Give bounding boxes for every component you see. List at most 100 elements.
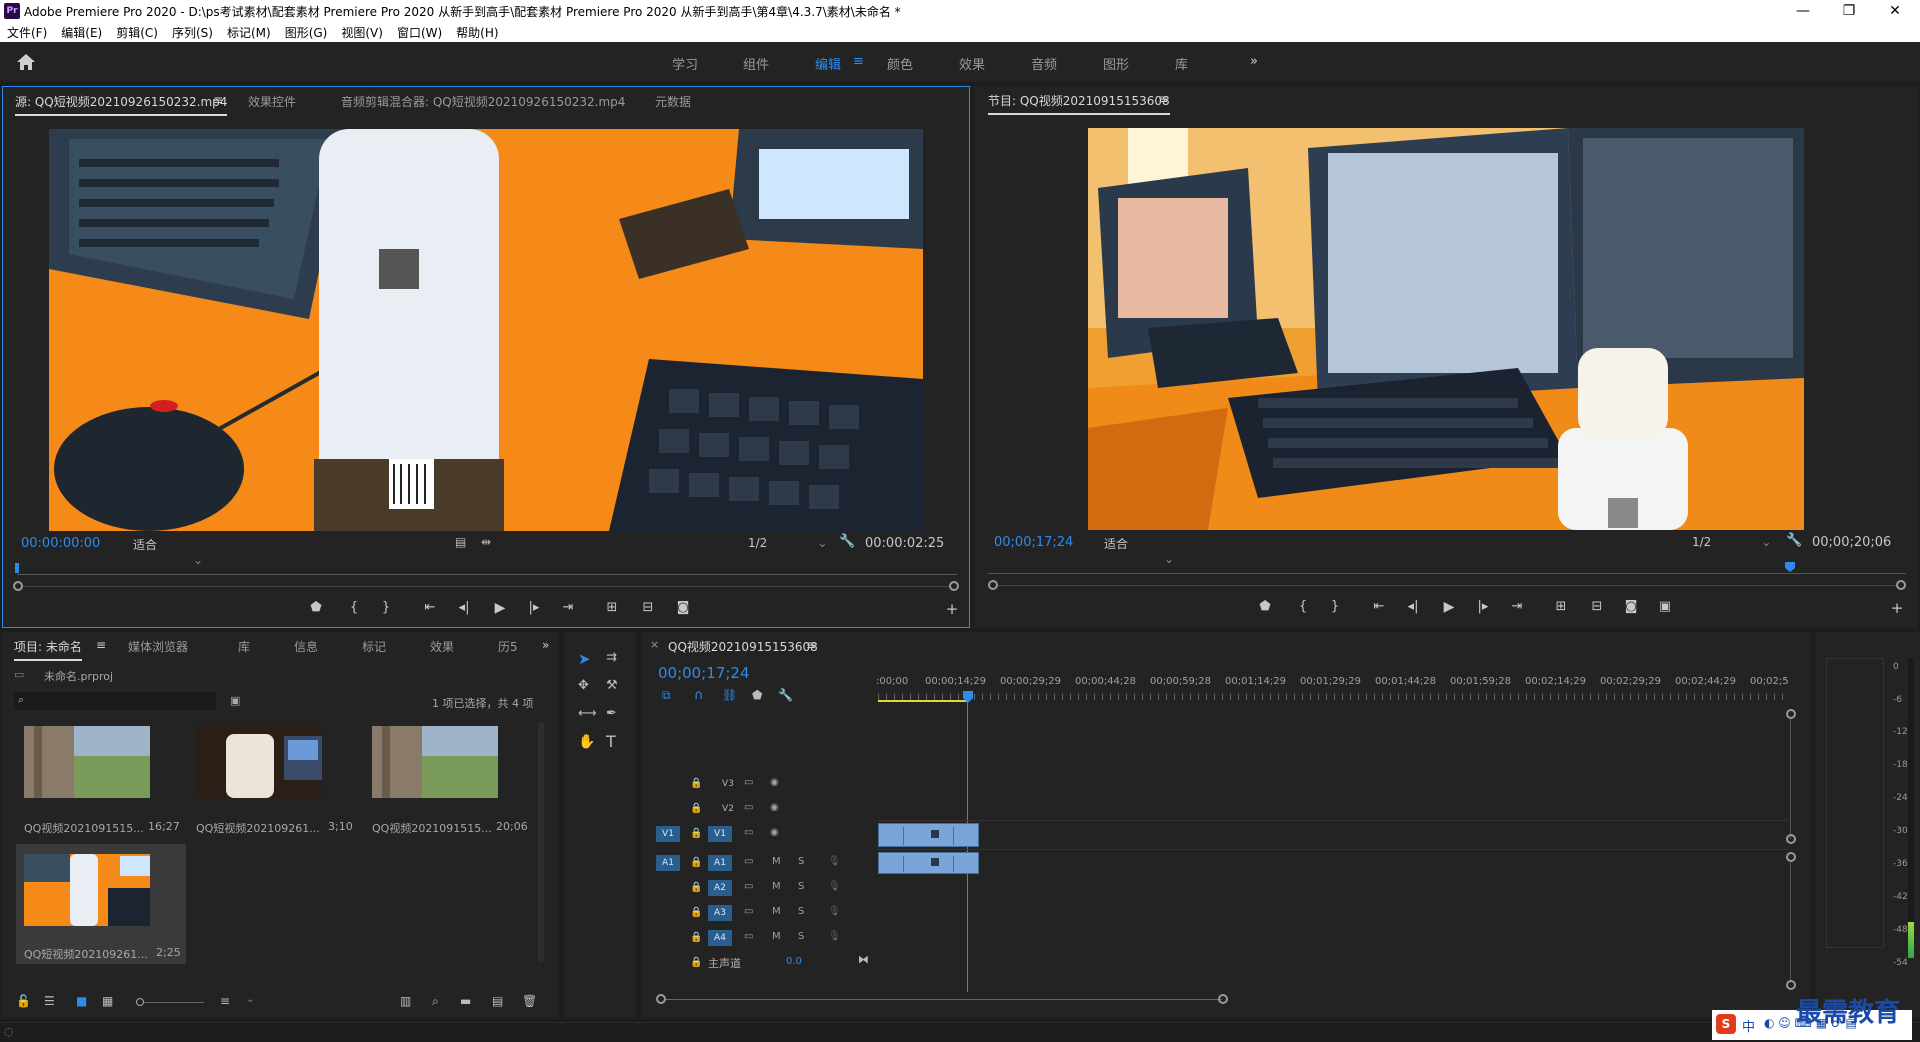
go-to-end-icon[interactable]: ⧓: [858, 953, 869, 966]
sync-lock-icon[interactable]: ▭: [744, 777, 753, 788]
audio-clip[interactable]: [878, 852, 979, 874]
tab-audio-clip-mixer[interactable]: 音频剪辑混合器: QQ短视频20210926150232.mp4: [341, 93, 625, 110]
sync-lock-icon[interactable]: ▭: [744, 856, 753, 867]
source-settings-wrench-icon[interactable]: 🔧: [839, 534, 855, 549]
trash-icon[interactable]: 🗑: [522, 994, 537, 1008]
program-zoom-bar[interactable]: [998, 585, 1896, 586]
track-lock-icon[interactable]: 🔒: [690, 957, 702, 968]
track-header-master[interactable]: 🔒 主声道 0.0 ⧓: [656, 953, 876, 973]
tab-markers[interactable]: 标记: [362, 638, 386, 655]
sync-lock-icon[interactable]: ▭: [744, 827, 753, 838]
sort-icon[interactable]: ≡: [220, 994, 230, 1008]
v-scroll-handle-video-bottom[interactable]: [1786, 834, 1796, 844]
tab-timeline-sequence[interactable]: QQ视频20210915153608: [668, 638, 818, 655]
add-marker-icon[interactable]: ⬟: [752, 688, 762, 702]
video-clip[interactable]: [878, 823, 979, 847]
source-zoom-bar[interactable]: [23, 586, 949, 587]
v-scroll-track-video[interactable]: [1790, 719, 1791, 839]
program-timecode[interactable]: 00;00;17;24: [994, 535, 1073, 550]
track-name[interactable]: V2: [716, 801, 740, 817]
track-header-v1[interactable]: V1 🔒 V1 ▭ ◉: [656, 824, 876, 844]
v-scroll-handle-audio-top[interactable]: [1786, 852, 1796, 862]
tab-media-browser[interactable]: 媒体浏览器: [128, 638, 188, 655]
track-header-a2[interactable]: 🔒 A2 ▭ M S 🎙: [656, 878, 876, 898]
track-lock-icon[interactable]: 🔒: [690, 778, 702, 789]
go-to-out-icon[interactable]: ⇥: [1506, 599, 1528, 614]
item-thumbnail[interactable]: [196, 726, 322, 798]
track-name[interactable]: A4: [708, 930, 732, 946]
mark-in-icon[interactable]: {: [343, 600, 365, 615]
track-header-v3[interactable]: 🔒 V3 ▭ ◉: [656, 774, 876, 794]
sync-lock-icon[interactable]: ▭: [744, 881, 753, 892]
source-drag-video-icon[interactable]: ▤: [455, 535, 466, 549]
menu-file[interactable]: 文件(F): [0, 22, 54, 43]
source-patch-a1[interactable]: A1: [656, 855, 680, 871]
step-forward-icon[interactable]: |▸: [1472, 599, 1494, 614]
play-icon[interactable]: ▶: [489, 600, 511, 616]
find-icon[interactable]: ⌕: [432, 994, 439, 1009]
add-marker-icon[interactable]: ⬟: [305, 600, 327, 615]
new-search-bin-icon[interactable]: ▣: [230, 694, 240, 707]
sogou-ime-icon[interactable]: S: [1716, 1014, 1736, 1034]
program-resolution-dropdown[interactable]: 1/2 ⌄: [1692, 535, 1772, 549]
source-zoom-handle-left[interactable]: [13, 581, 23, 591]
linked-selection-icon[interactable]: ⛓: [722, 688, 737, 702]
tab-effect-controls[interactable]: 效果控件: [248, 93, 296, 110]
mute-button[interactable]: M: [772, 881, 781, 892]
snap-magnet-icon[interactable]: ∩: [694, 688, 704, 703]
item-thumbnail[interactable]: [24, 726, 150, 798]
menu-graphics[interactable]: 图形(G): [278, 22, 335, 43]
master-volume-value[interactable]: 0.0: [786, 956, 802, 967]
ime-mode[interactable]: 中: [1742, 1016, 1755, 1035]
source-scrub-track[interactable]: [17, 574, 957, 575]
timeline-timecode[interactable]: 00;00;17;24: [658, 664, 750, 682]
track-header-a3[interactable]: 🔒 A3 ▭ M S 🎙: [656, 903, 876, 923]
timeline-settings-wrench-icon[interactable]: 🔧: [778, 688, 793, 702]
pen-tool-icon[interactable]: ✒: [606, 706, 617, 721]
tab-history[interactable]: 历5: [498, 638, 518, 655]
extract-icon[interactable]: ⊟: [1586, 599, 1608, 614]
work-area-bar[interactable]: [878, 700, 968, 702]
microphone-icon[interactable]: 🎙: [828, 856, 841, 867]
button-editor-plus-icon[interactable]: +: [941, 600, 963, 618]
add-marker-icon[interactable]: ⬟: [1254, 599, 1276, 614]
timeline-ruler-ticks[interactable]: [878, 694, 1788, 700]
workspace-tab-editing[interactable]: 编辑: [815, 54, 841, 73]
source-tab-menu-icon[interactable]: ≡: [213, 93, 223, 107]
overwrite-icon[interactable]: ⊟: [637, 600, 659, 615]
comparison-view-icon[interactable]: ▣: [1654, 599, 1676, 614]
icon-view-icon[interactable]: ■: [76, 994, 87, 1008]
tab-info[interactable]: 信息: [294, 638, 318, 655]
workspace-tab-libraries[interactable]: 库: [1175, 54, 1188, 73]
menu-window[interactable]: 窗口(W): [390, 22, 449, 43]
workspace-tab-audio[interactable]: 音频: [1031, 54, 1057, 73]
home-icon[interactable]: [16, 53, 36, 71]
workspace-tab-effects[interactable]: 效果: [959, 54, 985, 73]
export-frame-camera-icon[interactable]: ◙: [1620, 599, 1642, 614]
menu-help[interactable]: 帮助(H): [449, 22, 505, 43]
menu-sequence[interactable]: 序列(S): [165, 22, 220, 43]
solo-button[interactable]: S: [798, 931, 804, 942]
microphone-icon[interactable]: 🎙: [828, 931, 841, 942]
freeform-view-icon[interactable]: ▦: [102, 994, 113, 1008]
hand-tool-icon[interactable]: ✋: [578, 734, 595, 750]
lift-icon[interactable]: ⊞: [1550, 599, 1572, 614]
track-lock-icon[interactable]: 🔒: [690, 882, 702, 893]
project-item-selected[interactable]: QQ短视频202109261... 2;25: [16, 844, 186, 964]
microphone-icon[interactable]: 🎙: [828, 881, 841, 892]
workspace-more-icon[interactable]: »: [1250, 54, 1258, 69]
source-fit-dropdown[interactable]: 适合 ⌄: [133, 536, 213, 567]
program-fit-dropdown[interactable]: 适合 ⌄: [1104, 535, 1184, 566]
lock-icon[interactable]: 🔓: [16, 994, 31, 1008]
v-scroll-handle-bottom[interactable]: [1786, 980, 1796, 990]
track-header-v2[interactable]: 🔒 V2 ▭ ◉: [656, 799, 876, 819]
eye-icon[interactable]: ◉: [770, 777, 779, 788]
new-bin-icon[interactable]: ▬: [460, 994, 471, 1008]
solo-button[interactable]: S: [798, 856, 804, 867]
track-header-a4[interactable]: 🔒 A4 ▭ M S 🎙: [656, 928, 876, 948]
program-zoom-handle-right[interactable]: [1896, 580, 1906, 590]
track-lock-icon[interactable]: 🔒: [690, 907, 702, 918]
program-tab-menu-icon[interactable]: ≡: [1158, 92, 1168, 106]
microphone-icon[interactable]: 🎙: [828, 906, 841, 917]
new-item-icon[interactable]: ▤: [492, 994, 503, 1008]
